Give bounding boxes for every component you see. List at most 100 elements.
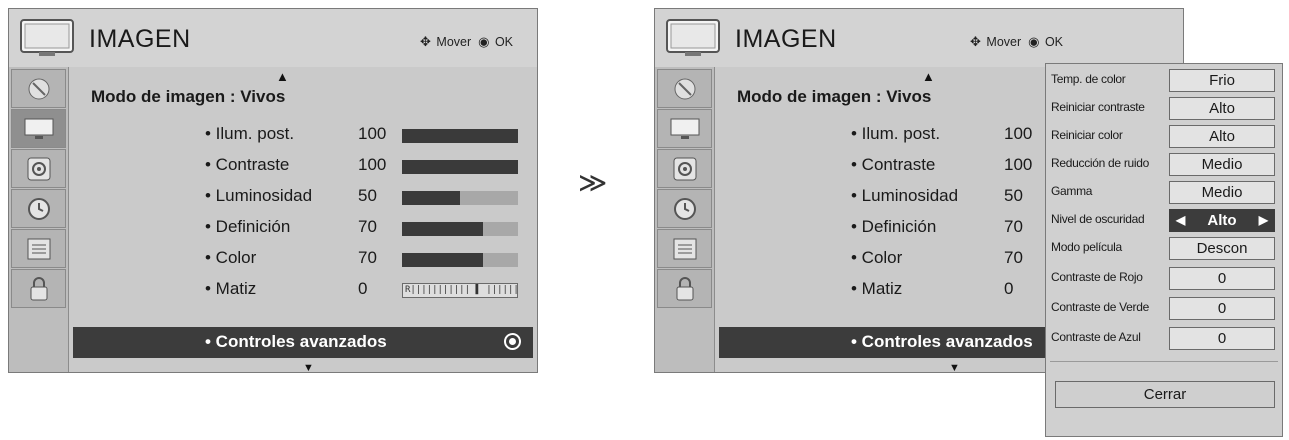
ok-button-icon bbox=[504, 333, 521, 350]
popup-row-black-level[interactable]: Nivel de oscuridad ◀ Alto ▶ bbox=[1046, 207, 1282, 234]
popup-row-value[interactable]: Medio bbox=[1169, 181, 1275, 204]
ok-icon: ◉ bbox=[478, 34, 490, 49]
move-hint-label: Mover bbox=[436, 35, 472, 49]
popup-row-blue-contrast[interactable]: Contraste de Azul 0 bbox=[1046, 325, 1282, 352]
picture-mode-value: : Vivos bbox=[229, 87, 286, 106]
popup-row-value[interactable]: Frio bbox=[1169, 69, 1275, 92]
popup-row-value[interactable]: Medio bbox=[1169, 153, 1275, 176]
level-bar[interactable] bbox=[402, 191, 518, 205]
setting-row-brightness[interactable]: • Luminosidad 50 bbox=[69, 181, 537, 212]
sidebar-item-lock[interactable] bbox=[657, 269, 712, 308]
sidebar-item-time[interactable] bbox=[657, 189, 712, 228]
popup-row-label: Contraste de Rojo bbox=[1051, 270, 1143, 284]
level-bar[interactable] bbox=[402, 160, 518, 174]
picture-mode-row[interactable]: Modo de imagen : Vivos bbox=[737, 87, 931, 107]
level-bar-fill bbox=[402, 222, 484, 236]
advanced-controls-popup: Temp. de color Frio Reiniciar contraste … bbox=[1045, 63, 1283, 437]
sidebar-item-option[interactable] bbox=[657, 229, 712, 268]
setting-label: • Definición bbox=[205, 217, 291, 236]
sidebar-item-lock[interactable] bbox=[11, 269, 66, 308]
popup-row-noise-reduction[interactable]: Reducción de ruido Medio bbox=[1046, 151, 1282, 178]
level-bar-fill bbox=[402, 191, 460, 205]
menu-title: IMAGEN bbox=[89, 25, 191, 53]
setting-label: • Color bbox=[205, 248, 257, 267]
popup-row-gamma[interactable]: Gamma Medio bbox=[1046, 179, 1282, 206]
selected-value-text: Alto bbox=[1207, 212, 1237, 229]
menu-title: IMAGEN bbox=[735, 25, 837, 53]
level-bar-fill bbox=[402, 253, 484, 267]
sidebar-item-option[interactable] bbox=[11, 229, 66, 268]
setting-label: • Luminosidad bbox=[851, 186, 959, 205]
level-bar[interactable] bbox=[402, 253, 518, 267]
satellite-icon bbox=[28, 78, 49, 99]
ok-icon: ◉ bbox=[1028, 34, 1040, 49]
close-button[interactable]: Cerrar bbox=[1055, 381, 1275, 408]
speaker-icon bbox=[27, 157, 50, 180]
popup-divider bbox=[1050, 361, 1278, 362]
menu-sidebar bbox=[655, 67, 714, 372]
sidebar-item-audio[interactable] bbox=[657, 149, 712, 188]
setting-row-tint[interactable]: • Matiz 0 R||||||||||| ▌ |||||||||||G bbox=[69, 274, 537, 305]
popup-row-value[interactable]: Descon bbox=[1169, 237, 1275, 260]
popup-row-value-selected[interactable]: ◀ Alto ▶ bbox=[1169, 209, 1275, 232]
setting-value: 70 bbox=[1004, 217, 1023, 236]
menu-header: IMAGEN ✥ Mover ◉ OK bbox=[9, 9, 537, 67]
popup-row-label: Contraste de Verde bbox=[1051, 300, 1150, 314]
scroll-up-arrow-icon[interactable]: ▲ bbox=[276, 69, 289, 84]
speaker-icon bbox=[673, 157, 696, 180]
setting-row-color[interactable]: • Color 70 bbox=[69, 243, 537, 274]
sidebar-item-time[interactable] bbox=[11, 189, 66, 228]
advanced-controls-item[interactable]: • Controles avanzados bbox=[73, 327, 533, 358]
level-bar[interactable] bbox=[402, 222, 518, 236]
level-bar[interactable] bbox=[402, 129, 518, 143]
setting-row-sharpness[interactable]: • Definición 70 bbox=[69, 212, 537, 243]
setting-label: • Matiz bbox=[205, 279, 257, 298]
setting-row-contrast[interactable]: • Contraste 100 bbox=[69, 150, 537, 181]
move-arrows-icon: ✥ bbox=[420, 34, 431, 49]
sidebar-item-channel[interactable] bbox=[657, 69, 712, 108]
popup-row-value[interactable]: 0 bbox=[1169, 267, 1275, 290]
popup-row-value[interactable]: 0 bbox=[1169, 327, 1275, 350]
advanced-controls-label: • Controles avanzados bbox=[851, 332, 1033, 351]
setting-value: 70 bbox=[358, 217, 377, 236]
picture-menu-panel: IMAGEN ✥ Mover ◉ OK ▲ Modo de imagen : V… bbox=[8, 8, 538, 374]
setting-label: • Ilum. post. bbox=[851, 124, 941, 143]
popup-row-value[interactable]: Alto bbox=[1169, 97, 1275, 120]
setting-label: • Luminosidad bbox=[205, 186, 313, 205]
tv-icon bbox=[20, 19, 74, 56]
picture-mode-label: Modo de imagen bbox=[737, 87, 872, 106]
sidebar-item-picture[interactable] bbox=[657, 109, 712, 148]
setting-value: 70 bbox=[1004, 248, 1023, 267]
popup-row-color-reset[interactable]: Reiniciar color Alto bbox=[1046, 123, 1282, 150]
popup-row-green-contrast[interactable]: Contraste de Verde 0 bbox=[1046, 295, 1282, 322]
popup-row-film-mode[interactable]: Modo película Descon bbox=[1046, 235, 1282, 262]
setting-value: 100 bbox=[358, 124, 387, 143]
tv-icon bbox=[666, 19, 720, 56]
tint-slider[interactable]: R||||||||||| ▌ |||||||||||G bbox=[402, 283, 518, 298]
left-arrow-icon[interactable]: ◀ bbox=[1176, 210, 1185, 231]
sidebar-item-channel[interactable] bbox=[11, 69, 66, 108]
popup-row-label: Reiniciar contraste bbox=[1051, 100, 1145, 114]
popup-row-value[interactable]: 0 bbox=[1169, 297, 1275, 320]
popup-row-contrast-reset[interactable]: Reiniciar contraste Alto bbox=[1046, 95, 1282, 122]
picture-mode-row[interactable]: Modo de imagen : Vivos bbox=[91, 87, 285, 107]
setting-label: • Contraste bbox=[851, 155, 936, 174]
next-step-arrow: ≫ bbox=[578, 166, 608, 199]
scroll-down-arrow-icon[interactable]: ▼ bbox=[303, 362, 314, 374]
setting-label: • Matiz bbox=[851, 279, 903, 298]
sidebar-item-picture[interactable] bbox=[11, 109, 66, 148]
setting-label: • Contraste bbox=[205, 155, 290, 174]
scroll-down-arrow-icon[interactable]: ▼ bbox=[949, 362, 960, 374]
move-arrows-icon: ✥ bbox=[970, 34, 981, 49]
menu-content: ▲ Modo de imagen : Vivos • Ilum. post. 1… bbox=[68, 67, 537, 374]
sidebar-item-audio[interactable] bbox=[11, 149, 66, 188]
menu-sidebar bbox=[9, 67, 68, 372]
scroll-up-arrow-icon[interactable]: ▲ bbox=[922, 69, 935, 84]
popup-row-color-temp[interactable]: Temp. de color Frio bbox=[1046, 67, 1282, 94]
right-arrow-icon[interactable]: ▶ bbox=[1259, 210, 1268, 231]
setting-value: 100 bbox=[1004, 124, 1033, 143]
popup-row-red-contrast[interactable]: Contraste de Rojo 0 bbox=[1046, 265, 1282, 292]
popup-row-label: Reiniciar color bbox=[1051, 128, 1123, 142]
setting-row-backlight[interactable]: • Ilum. post. 100 bbox=[69, 119, 537, 150]
popup-row-value[interactable]: Alto bbox=[1169, 125, 1275, 148]
